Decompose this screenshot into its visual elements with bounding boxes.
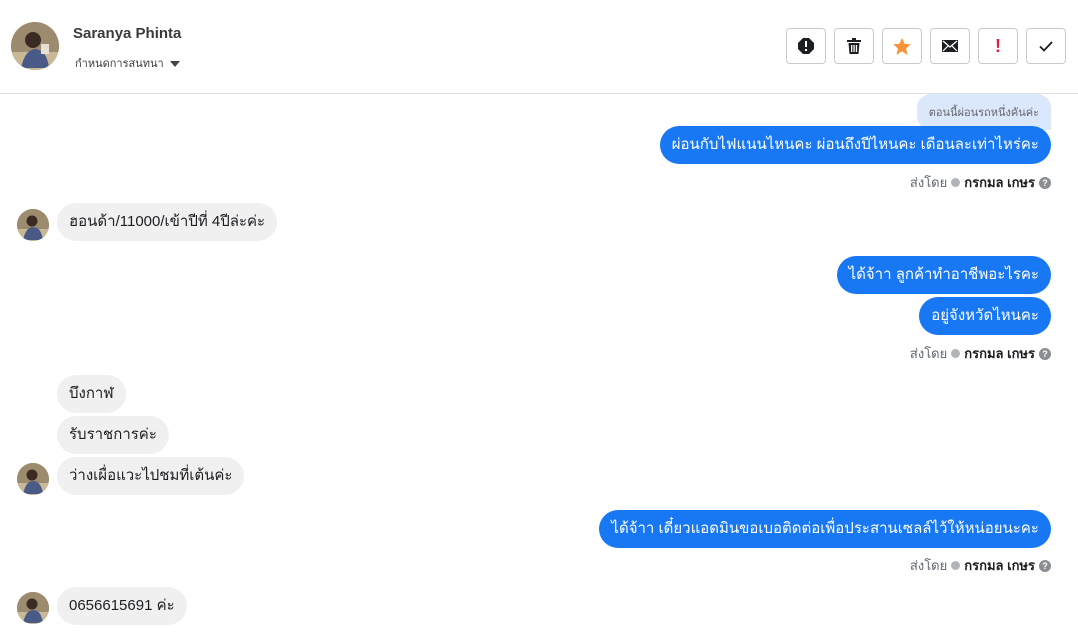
contact-avatar-small[interactable] bbox=[17, 463, 49, 495]
envelope-icon bbox=[942, 40, 958, 52]
sent-status-icon bbox=[951, 561, 961, 570]
sent-by-info: ส่งโดย กรกมล เกษร ? bbox=[910, 172, 1051, 193]
message-thread[interactable]: ตอนนี้ผ่อนรถหนึ่งคันค่ะ ผ่อนกับไฟแนนไหนค… bbox=[0, 94, 1078, 637]
incoming-message[interactable]: ว่างเผื่อแวะไปชมที่เต้นค่ะ bbox=[57, 457, 245, 495]
incoming-message[interactable]: ฮอนด้า/11000/เข้าปีที่ 4ปีล่ะค่ะ bbox=[57, 203, 278, 241]
incoming-message[interactable]: บึงกาฬ bbox=[57, 375, 126, 413]
agent-name[interactable]: กรกมล เกษร bbox=[964, 555, 1035, 576]
incoming-message[interactable]: 0656615691 ค่ะ bbox=[57, 587, 187, 625]
contact-avatar[interactable] bbox=[11, 22, 59, 70]
agent-name[interactable]: กรกมล เกษร bbox=[964, 343, 1035, 364]
checkmark-icon bbox=[1039, 40, 1053, 52]
sent-by-info: ส่งโดย กรกมล เกษร ? bbox=[910, 343, 1051, 364]
mark-done-button[interactable] bbox=[1026, 28, 1066, 64]
sent-by-label: ส่งโดย bbox=[909, 175, 948, 190]
contact-avatar-small[interactable] bbox=[17, 209, 49, 241]
conversation-settings-dropdown[interactable]: กำหนดการสนทนา bbox=[75, 54, 180, 72]
delete-button[interactable] bbox=[834, 28, 874, 64]
important-button[interactable]: ! bbox=[978, 28, 1018, 64]
outgoing-message[interactable]: ได้จ้าา เดี๋ยวแอดมินขอเบอติดต่อเพื่อประส… bbox=[599, 510, 1051, 548]
sent-by-label: ส่งโดย bbox=[909, 558, 948, 573]
caret-down-icon bbox=[169, 60, 180, 67]
contact-avatar-small[interactable] bbox=[17, 592, 49, 624]
help-icon[interactable]: ? bbox=[1039, 559, 1051, 572]
star-icon bbox=[893, 37, 911, 55]
conversation-settings-label: กำหนดการสนทนา bbox=[75, 58, 164, 70]
sent-by-info: ส่งโดย กรกมล เกษร ? bbox=[910, 555, 1051, 576]
conversation-header: Saranya Phinta กำหนดการสนทนา ! bbox=[0, 0, 1078, 94]
sent-status-icon bbox=[951, 349, 961, 358]
outgoing-message[interactable]: อยู่จังหวัดไหนคะ bbox=[919, 297, 1051, 335]
important-icon: ! bbox=[995, 36, 1001, 56]
mark-unread-button[interactable] bbox=[930, 28, 970, 64]
report-button[interactable] bbox=[786, 28, 826, 64]
trash-icon bbox=[847, 38, 861, 54]
sent-status-icon bbox=[951, 178, 961, 187]
contact-name[interactable]: Saranya Phinta bbox=[73, 25, 181, 42]
outgoing-message[interactable]: ได้จ้าา ลูกค้าทำอาชีพอะไรคะ bbox=[836, 256, 1051, 294]
help-icon[interactable]: ? bbox=[1039, 176, 1051, 189]
help-icon[interactable]: ? bbox=[1039, 347, 1051, 360]
report-icon bbox=[798, 38, 814, 54]
outgoing-message[interactable]: ผ่อนกับไฟแนนไหนคะ ผ่อนถึงปีไหนคะ เดือนละ… bbox=[659, 126, 1051, 164]
quoted-message: ตอนนี้ผ่อนรถหนึ่งคันค่ะ bbox=[916, 94, 1051, 130]
sent-by-label: ส่งโดย bbox=[909, 346, 948, 361]
star-button[interactable] bbox=[882, 28, 922, 64]
agent-name[interactable]: กรกมล เกษร bbox=[964, 172, 1035, 193]
conversation-toolbar: ! bbox=[786, 28, 1066, 64]
incoming-message[interactable]: รับราชการค่ะ bbox=[57, 416, 169, 454]
